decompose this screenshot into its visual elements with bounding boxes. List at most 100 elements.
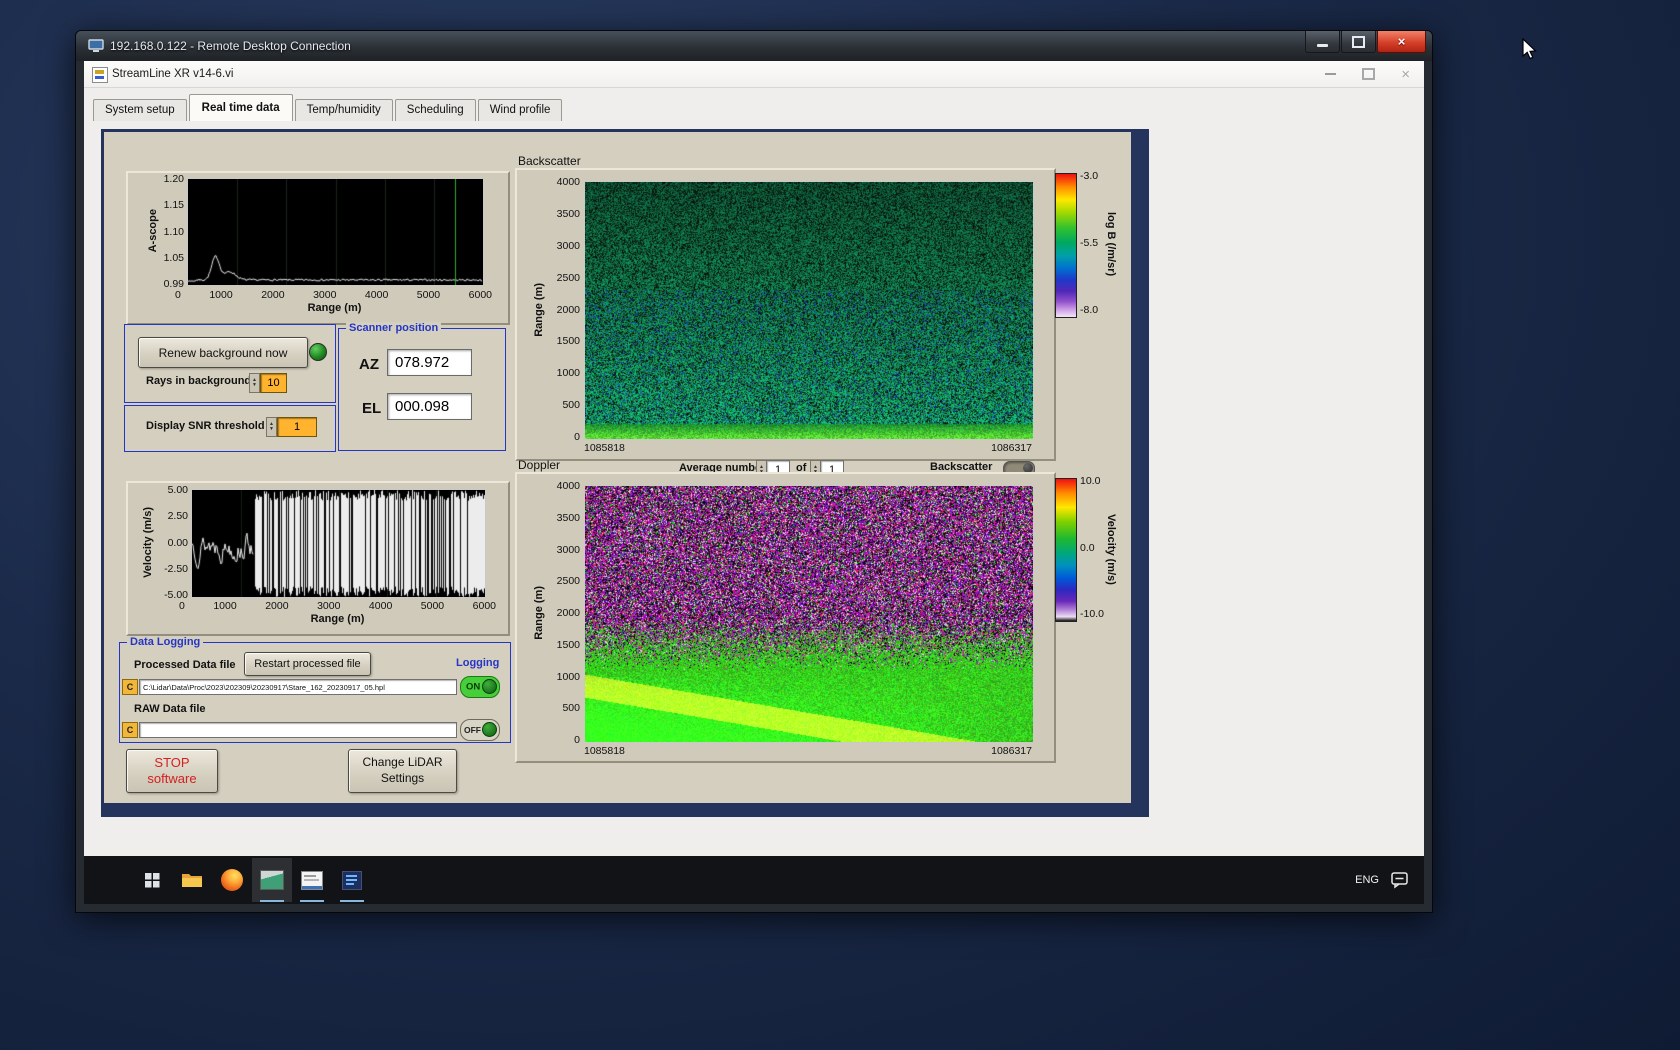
app-titlebar[interactable]: StreamLine XR v14-6.vi × (84, 61, 1424, 88)
mouse-cursor (1521, 38, 1541, 60)
rays-spinner[interactable]: ▲ ▼ (249, 373, 260, 393)
app-window: StreamLine XR v14-6.vi × System setup Re… (84, 61, 1424, 856)
scanner-position-box: Scanner position AZ 078.972 EL 000.098 (338, 328, 506, 451)
rdp-close-button[interactable]: × (1377, 31, 1426, 53)
raw-data-file-label: RAW Data file (134, 703, 206, 715)
doppler-graph-frame: Range (m) 400035003000250020001500100050… (515, 472, 1056, 763)
processed-drive-icon[interactable]: C (122, 679, 138, 695)
snr-spinner[interactable]: ▲ ▼ (266, 417, 277, 437)
processed-logging-toggle[interactable]: ON (460, 676, 500, 698)
doppler-y-axis-label: Range (m) (532, 485, 546, 741)
backscatter-y-ticks: 40003500300025002000150010005000 (550, 176, 580, 443)
velocity-plot (191, 489, 486, 598)
velocity-x-ticks: 0100020003000400050006000 (179, 600, 496, 612)
stop-software-button[interactable]: STOPsoftware (126, 749, 218, 793)
app-minimize-button[interactable] (1325, 73, 1336, 75)
renew-background-button[interactable]: Renew background now (138, 337, 308, 368)
backscatter-x-start: 1085818 (584, 442, 625, 454)
tab-system-setup[interactable]: System setup (93, 99, 187, 121)
snr-threshold-box: Display SNR threshold ▲ ▼ 1 (124, 405, 336, 452)
language-indicator[interactable]: ENG (1344, 861, 1390, 899)
tab-real-time-data[interactable]: Real time data (189, 94, 293, 121)
velocity-x-axis-label: Range (m) (191, 613, 484, 625)
spin-down-icon[interactable]: ▼ (250, 383, 259, 388)
notes-icon (342, 871, 362, 890)
spin-down-icon[interactable]: ▼ (267, 427, 276, 432)
az-value-display[interactable]: 078.972 (387, 349, 472, 376)
ascope-graph-frame: A-scope 1.201.151.101.050.99 01000200030… (126, 171, 510, 325)
doppler-plot (584, 485, 1034, 743)
backscatter-x-end: 1086317 (991, 442, 1032, 454)
rdp-window: 192.168.0.122 - Remote Desktop Connectio… (75, 30, 1433, 913)
raw-data-file-path[interactable] (139, 722, 457, 738)
remote-desktop-client: StreamLine XR v14-6.vi × System setup Re… (84, 61, 1424, 904)
start-button[interactable] (132, 858, 172, 902)
ascope-x-axis-label: Range (m) (187, 302, 482, 314)
processed-data-file-label: Processed Data file (134, 659, 236, 671)
raw-logging-toggle[interactable]: OFF (460, 719, 500, 741)
notes-taskbar-button[interactable] (332, 858, 372, 902)
rdp-window-title: 192.168.0.122 - Remote Desktop Connectio… (110, 39, 351, 53)
raw-drive-icon[interactable]: C (122, 722, 138, 738)
rdp-titlebar[interactable]: 192.168.0.122 - Remote Desktop Connectio… (76, 31, 1432, 61)
rdp-minimize-button[interactable] (1305, 31, 1340, 53)
close-icon: × (1398, 35, 1406, 48)
az-label: AZ (359, 356, 379, 373)
ascope-y-ticks: 1.201.151.101.050.99 (158, 173, 184, 290)
scan-schedule-icon (301, 871, 323, 890)
data-logging-box: Data Logging Processed Data file Restart… (119, 642, 511, 743)
el-label: EL (362, 400, 381, 417)
rays-in-background-field[interactable]: 10 (260, 373, 287, 393)
toggle-knob (482, 722, 497, 737)
velocity-graph-frame: Velocity (m/s) 5.002.500.00-2.50-5.00 01… (126, 481, 510, 636)
tab-strip: System setup Real time data Temp/humidit… (84, 87, 1424, 122)
windows-start-icon (145, 873, 160, 888)
tab-scheduling[interactable]: Scheduling (395, 99, 476, 121)
el-value-display[interactable]: 000.098 (387, 393, 472, 420)
on-label: ON (466, 682, 480, 693)
restore-icon (1352, 36, 1365, 48)
tab-bar: System setup Real time data Temp/humidit… (93, 94, 564, 121)
tab-wind-profile[interactable]: Wind profile (478, 99, 563, 121)
active-app-underline (260, 900, 284, 902)
display-snr-threshold-label: Display SNR threshold (146, 420, 265, 432)
restart-processed-file-button[interactable]: Restart processed file (244, 652, 371, 676)
backscatter-plot (584, 181, 1034, 440)
doppler-colorbar-label: Velocity (m/s) (1103, 478, 1119, 620)
rdp-session-icon (260, 870, 284, 890)
tab-content: A-scope 1.201.151.101.050.99 01000200030… (84, 121, 1424, 856)
scan-schedule-taskbar-button[interactable] (292, 858, 332, 902)
ascope-x-ticks: 0100020003000400050006000 (175, 289, 492, 301)
background-controls-box: Renew background now Rays in background … (124, 324, 336, 403)
backscatter-graph-frame: Range (m) 400035003000250020001500100050… (515, 168, 1056, 461)
notification-icon[interactable] (1390, 871, 1410, 889)
rdp-restore-button[interactable] (1341, 31, 1376, 53)
scanner-position-title: Scanner position (346, 322, 441, 334)
processed-data-file-path[interactable]: C:\Lidar\Data\Proc\2023\202309\20230917\… (139, 679, 457, 695)
doppler-colorbar (1055, 478, 1077, 622)
vi-file-icon (92, 67, 108, 83)
active-app-underline (340, 900, 364, 902)
backscatter-colorbar-label: log B (/m/sr) (1103, 173, 1119, 316)
panel-frame: A-scope 1.201.151.101.050.99 01000200030… (101, 129, 1149, 817)
app-window-title: StreamLine XR v14-6.vi (112, 68, 233, 80)
app-close-button[interactable]: × (1401, 67, 1410, 82)
tab-temp-humidity[interactable]: Temp/humidity (295, 99, 393, 121)
velocity-y-axis-label: Velocity (m/s) (141, 489, 155, 596)
off-label: OFF (464, 725, 481, 735)
toggle-knob (482, 679, 497, 694)
change-lidar-settings-button[interactable]: Change LiDARSettings (348, 749, 457, 793)
doppler-section-title: Doppler (518, 458, 560, 472)
app-maximize-button[interactable] (1362, 68, 1375, 80)
firefox-button[interactable] (212, 858, 252, 902)
taskbar: ENG (84, 856, 1424, 904)
doppler-y-ticks: 40003500300025002000150010005000 (550, 480, 580, 746)
backscatter-section-title: Backscatter (518, 154, 581, 168)
file-explorer-button[interactable] (172, 858, 212, 902)
rdp-session-taskbar-button[interactable] (252, 858, 292, 902)
background-led-indicator (309, 343, 327, 361)
backscatter-colorbar (1055, 173, 1077, 318)
logging-label: Logging (456, 657, 499, 669)
snr-threshold-field[interactable]: 1 (277, 417, 317, 437)
velocity-y-ticks: 5.002.500.00-2.50-5.00 (156, 484, 188, 601)
